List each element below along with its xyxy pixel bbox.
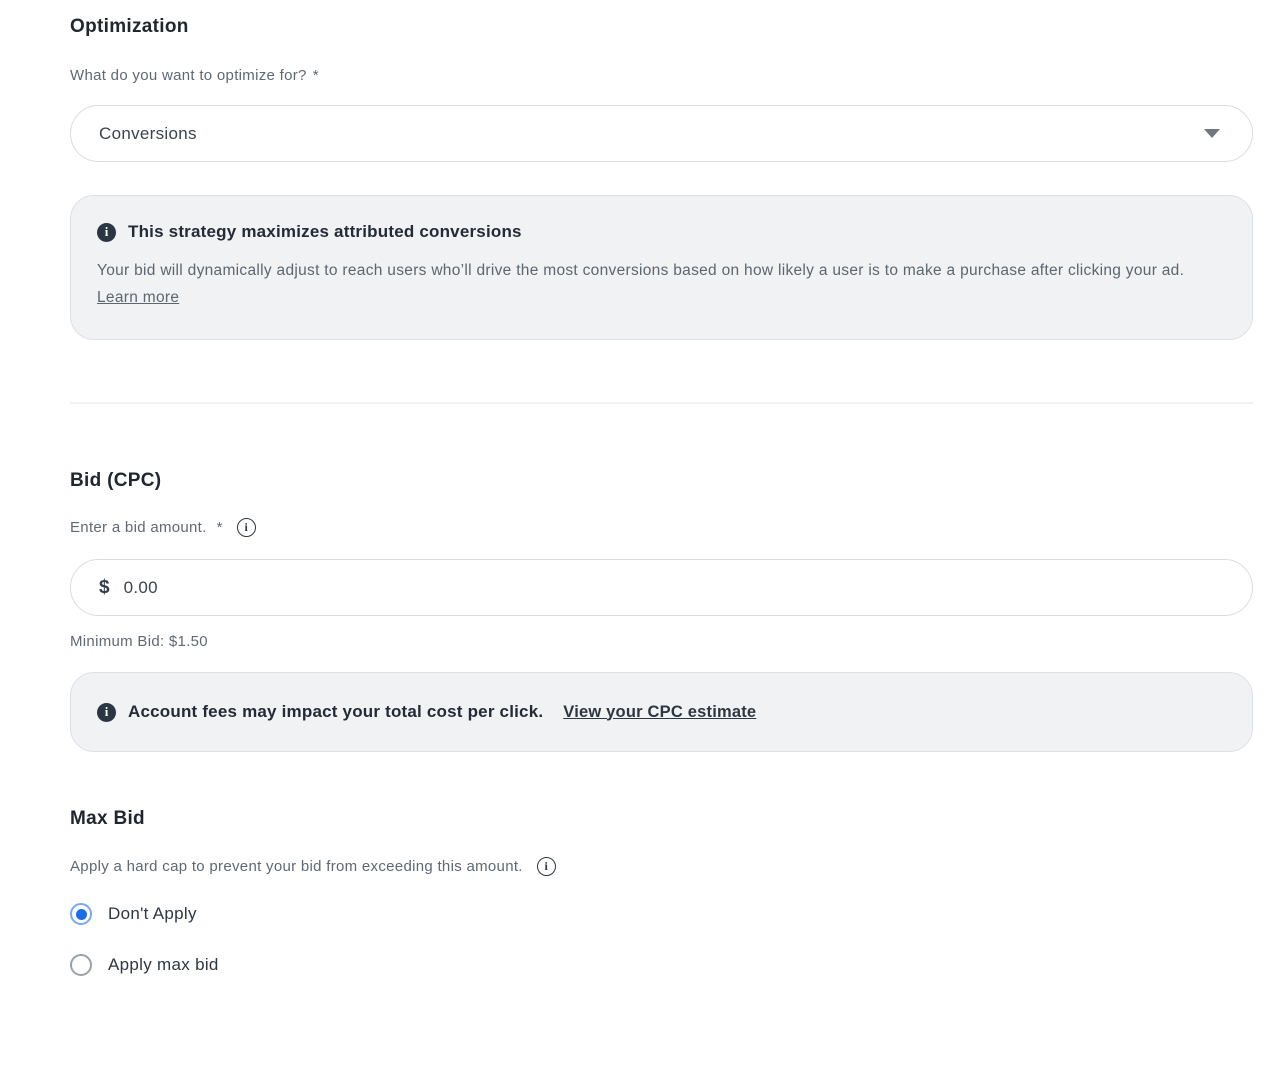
radio-apply-max-bid[interactable]: Apply max bid (70, 954, 219, 976)
bid-amount-label-row: Enter a bid amount. * i (70, 518, 1253, 537)
max-bid-heading: Max Bid (70, 808, 1253, 830)
required-asterisk: * (313, 67, 319, 84)
bid-amount-label: Enter a bid amount. (70, 519, 207, 536)
optimize-for-label-text: What do you want to optimize for? (70, 67, 307, 84)
chevron-down-icon (1204, 129, 1220, 138)
optimization-heading: Optimization (70, 16, 1253, 38)
view-cpc-estimate-link[interactable]: View your CPC estimate (563, 703, 756, 722)
fees-info-box: i Account fees may impact your total cos… (70, 672, 1253, 752)
max-bid-description-row: Apply a hard cap to prevent your bid fro… (70, 857, 1253, 876)
section-divider (70, 402, 1253, 404)
strategy-info-body-text: Your bid will dynamically adjust to reac… (97, 262, 1184, 279)
strategy-info-box: i This strategy maximizes attributed con… (70, 195, 1253, 340)
minimum-bid-text: Minimum Bid: $1.50 (70, 633, 1253, 650)
required-asterisk: * (217, 519, 223, 536)
info-icon[interactable]: i (537, 857, 556, 876)
radio-dot (76, 909, 87, 920)
bid-amount-input[interactable] (124, 578, 1124, 598)
optimize-for-label: What do you want to optimize for? * (70, 67, 1253, 84)
optimize-for-dropdown[interactable]: Conversions (70, 105, 1253, 162)
strategy-info-title: This strategy maximizes attributed conve… (128, 222, 522, 242)
dollar-sign-icon: $ (99, 577, 110, 599)
radio-selected-icon (70, 903, 92, 925)
fees-notice-text: Account fees may impact your total cost … (128, 702, 543, 722)
radio-unselected-icon (70, 954, 92, 976)
max-bid-description: Apply a hard cap to prevent your bid fro… (70, 858, 523, 875)
bid-cpc-heading: Bid (CPC) (70, 470, 1253, 492)
learn-more-link[interactable]: Learn more (97, 289, 179, 306)
radio-dont-apply[interactable]: Don't Apply (70, 903, 197, 925)
radio-dont-apply-label: Don't Apply (108, 904, 197, 924)
info-icon: i (97, 223, 116, 242)
radio-apply-max-bid-label: Apply max bid (108, 955, 219, 975)
info-icon: i (97, 703, 116, 722)
bid-amount-field[interactable]: $ (70, 559, 1253, 616)
strategy-info-body: Your bid will dynamically adjust to reac… (97, 257, 1222, 311)
bid-settings-form: Optimization What do you want to optimiz… (0, 0, 1280, 976)
info-icon[interactable]: i (237, 518, 256, 537)
optimize-for-selected-value: Conversions (99, 124, 197, 144)
